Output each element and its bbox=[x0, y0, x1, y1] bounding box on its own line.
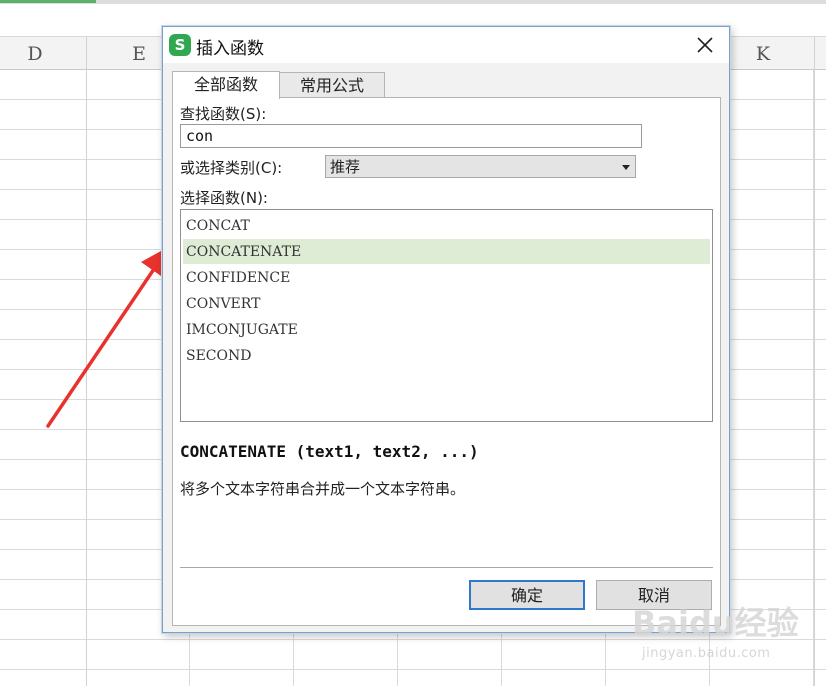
function-item[interactable]: SECOND bbox=[183, 343, 710, 368]
ok-button[interactable]: 确定 bbox=[469, 580, 585, 610]
baidu-watermark: Baidu经验 jingyan.baidu.com bbox=[632, 598, 822, 666]
function-item-selected[interactable]: CONCATENATE bbox=[183, 239, 710, 264]
insert-function-dialog: S 插入函数 全部函数 常用公式 查找函数(S): con 或选择类别(C): … bbox=[162, 26, 730, 633]
watermark-url: jingyan.baidu.com bbox=[642, 646, 771, 661]
function-item[interactable]: CONVERT bbox=[183, 291, 710, 316]
column-header-d[interactable]: D bbox=[0, 37, 70, 69]
category-select[interactable]: 推荐 bbox=[325, 155, 636, 178]
wps-app-icon: S bbox=[169, 34, 191, 56]
tab-all-functions[interactable]: 全部函数 bbox=[172, 71, 280, 99]
close-icon bbox=[697, 37, 713, 53]
function-signature: CONCATENATE (text1, text2, ...) bbox=[180, 442, 479, 461]
watermark-text: Baidu经验 bbox=[632, 604, 799, 642]
column-divider bbox=[86, 37, 87, 686]
category-label: 或选择类别(C): bbox=[180, 159, 283, 177]
tab-panel: 查找函数(S): con 或选择类别(C): 推荐 选择函数(N): CONCA… bbox=[172, 97, 721, 626]
search-label: 查找函数(S): bbox=[180, 105, 267, 123]
divider bbox=[180, 567, 713, 568]
function-item[interactable]: CONFIDENCE bbox=[183, 265, 710, 290]
active-tab-accent bbox=[0, 0, 96, 3]
function-list-label: 选择函数(N): bbox=[180, 189, 268, 207]
function-description: 将多个文本字符串合并成一个文本字符串。 bbox=[180, 480, 466, 498]
column-divider bbox=[814, 37, 815, 686]
dropdown-arrow-icon bbox=[622, 165, 630, 170]
dialog-title: 插入函数 bbox=[196, 39, 264, 59]
function-item[interactable]: IMCONJUGATE bbox=[183, 317, 710, 342]
dialog-titlebar[interactable]: S 插入函数 bbox=[163, 27, 729, 63]
category-value: 推荐 bbox=[330, 158, 361, 176]
search-input[interactable]: con bbox=[180, 124, 642, 148]
tab-common-formulas[interactable]: 常用公式 bbox=[279, 72, 385, 98]
function-list[interactable]: CONCAT CONCATENATE CONFIDENCE CONVERT IM… bbox=[180, 209, 713, 422]
function-item[interactable]: CONCAT bbox=[183, 213, 710, 238]
close-button[interactable] bbox=[693, 33, 717, 57]
